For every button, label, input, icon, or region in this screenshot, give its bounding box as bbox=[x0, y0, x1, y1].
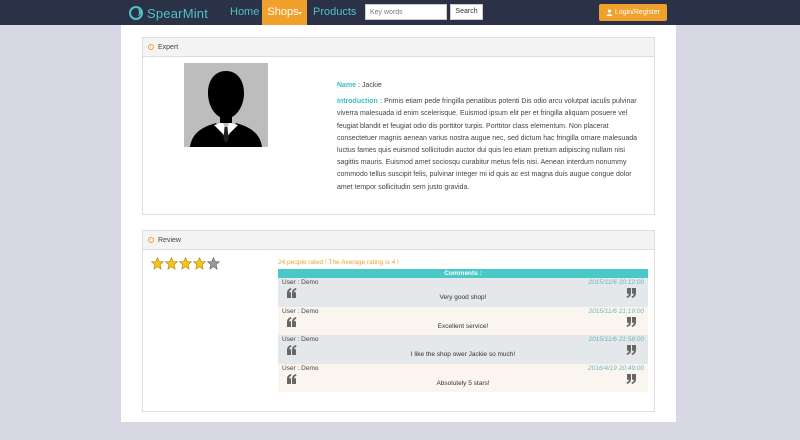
comment-row: User : Demo 2015/11/6 20:12:00 Very good s… bbox=[278, 278, 648, 307]
expert-name: Jackie bbox=[361, 82, 382, 89]
circle-bullet-icon bbox=[148, 237, 154, 243]
caret-down-icon: ▾ bbox=[298, 11, 302, 17]
comment-user: User : Demo bbox=[282, 364, 319, 372]
expert-panel: Expert Name : Jackie Introduction : Prim… bbox=[142, 37, 655, 215]
comment-date: 2016/4/19 20:49:00 bbox=[587, 364, 644, 372]
comment-row: User : Demo 2015/11/6 21:58:00 I like the … bbox=[278, 335, 648, 364]
nav-shops-dropdown[interactable]: Shops▾ bbox=[262, 0, 307, 25]
name-label: Name bbox=[337, 82, 357, 89]
expert-name-row: Name : Jackie bbox=[337, 80, 638, 92]
search-input[interactable] bbox=[365, 4, 447, 20]
mint-logo-icon bbox=[129, 6, 143, 20]
review-panel-title: Review bbox=[158, 236, 181, 244]
star-rating[interactable] bbox=[151, 257, 220, 270]
quote-close-icon bbox=[626, 373, 636, 384]
star-empty-icon[interactable] bbox=[207, 257, 220, 270]
nav-shops-label: Shops bbox=[267, 6, 299, 18]
expert-avatar bbox=[184, 63, 268, 147]
quote-close-icon bbox=[626, 345, 636, 355]
star-filled-icon[interactable] bbox=[193, 257, 206, 270]
expert-intro: Primis etiam pede fringilla penatibus po… bbox=[337, 98, 638, 191]
circle-bullet-icon bbox=[148, 44, 154, 50]
expert-panel-header: Expert bbox=[143, 38, 654, 57]
rating-summary: 24 people rated ! The Average rating is … bbox=[278, 259, 399, 266]
comment-list: User : Demo 2015/11/6 20:12:00 Very good s… bbox=[278, 278, 648, 392]
comment-text: Excellent service! bbox=[437, 322, 489, 330]
expert-panel-title: Expert bbox=[158, 43, 179, 51]
top-navbar: SpearMint Home Shops▾ Products Search Lo… bbox=[0, 0, 800, 25]
review-panel: Review 24 people rated ! The Average rat… bbox=[142, 230, 655, 412]
quote-close-icon bbox=[626, 316, 636, 327]
expert-info: Name : Jackie Introduction : Primis etia… bbox=[337, 80, 638, 194]
comment-row: User : Demo 2016/4/19 20:49:00 Absolutely … bbox=[278, 363, 648, 392]
star-filled-icon[interactable] bbox=[165, 257, 178, 270]
star-filled-icon[interactable] bbox=[151, 257, 164, 270]
comment-user: User : Demo bbox=[282, 307, 319, 315]
comments-table: Comments : User : Demo 2015/11/6 20:12:00… bbox=[278, 269, 648, 392]
login-register-button[interactable]: Login/Register bbox=[599, 4, 667, 21]
comment-date: 2015/11/6 21:58:00 bbox=[588, 336, 644, 343]
main-container: Expert Name : Jackie Introduction : Prim… bbox=[121, 25, 676, 422]
review-panel-header: Review bbox=[143, 231, 654, 250]
person-silhouette-icon bbox=[184, 63, 268, 147]
user-icon bbox=[606, 9, 613, 16]
comment-date: 2015/11/6 21:19:00 bbox=[588, 307, 644, 315]
search-button[interactable]: Search bbox=[450, 4, 483, 20]
expert-intro-row: Introduction : Primis etiam pede fringil… bbox=[337, 96, 638, 194]
comments-header: Comments : bbox=[278, 269, 648, 278]
quote-close-icon bbox=[626, 288, 636, 298]
brand-name: SpearMint bbox=[147, 5, 209, 21]
intro-label: Introduction bbox=[337, 98, 378, 106]
nav-home[interactable]: Home bbox=[230, 0, 259, 25]
comment-date: 2015/11/6 20:12:00 bbox=[588, 279, 644, 286]
login-register-label: Login/Register bbox=[614, 9, 661, 16]
nav-products[interactable]: Products bbox=[313, 0, 356, 25]
comment-user: User : Demo bbox=[282, 336, 319, 343]
comment-text: Absolutely 5 stars! bbox=[436, 379, 490, 387]
star-filled-icon[interactable] bbox=[179, 257, 192, 270]
brand-link[interactable]: SpearMint bbox=[129, 4, 208, 22]
comment-text: I like the shop ower Jackie so much! bbox=[410, 351, 516, 358]
comment-row: User : Demo 2015/11/6 21:19:00 Excellent s… bbox=[278, 306, 648, 335]
comment-user: User : Demo bbox=[282, 279, 319, 286]
comment-text: Very good shop! bbox=[439, 294, 487, 301]
